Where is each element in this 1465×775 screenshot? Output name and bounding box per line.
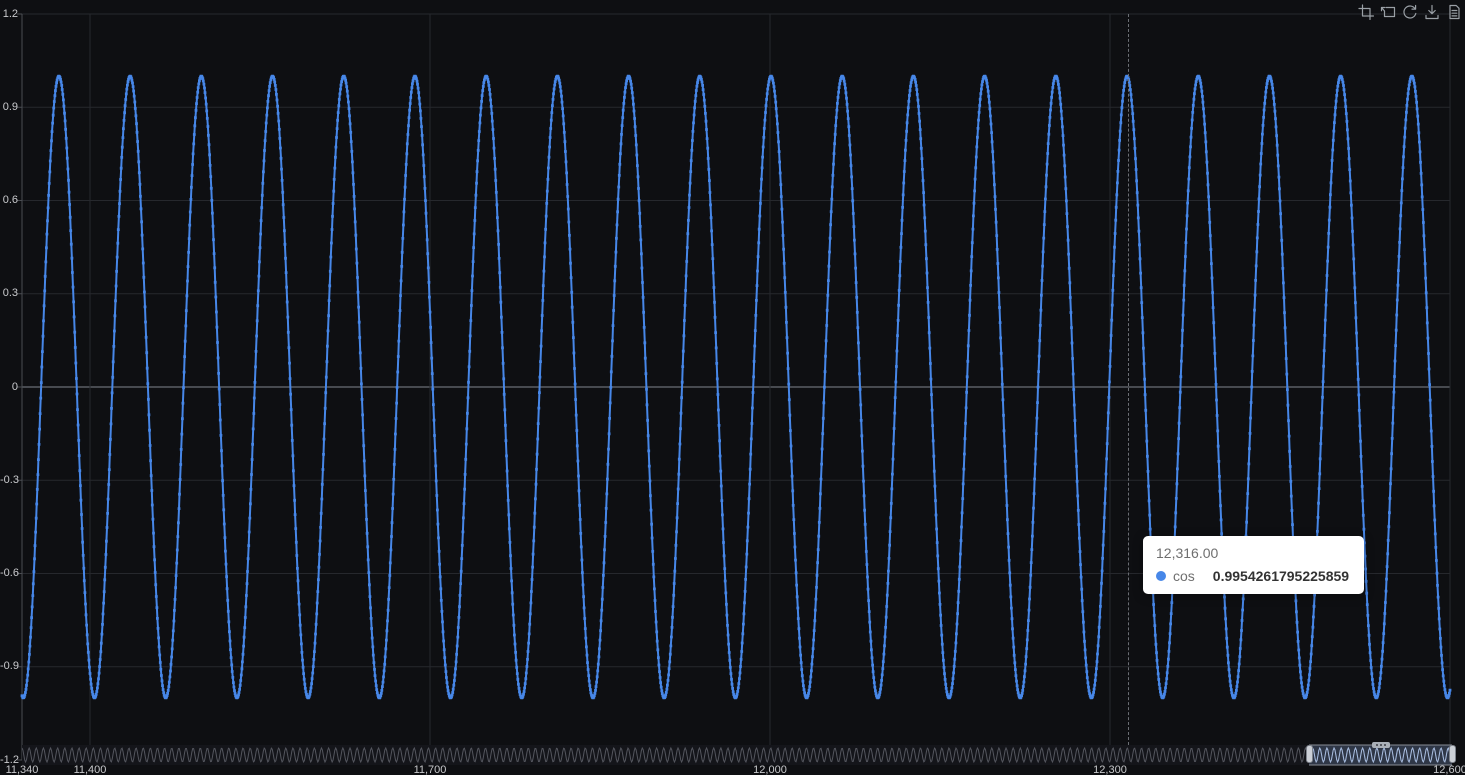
crosshair-line <box>1128 14 1130 745</box>
y-tick-label: 0.9 <box>2 100 18 113</box>
chart-canvas[interactable]: 1.2 0.9 0.6 0.3 0 -0.3 -0.6 -0.9 -1.2 11,340 11,40… <box>0 0 1465 775</box>
tooltip-series-value: 0.9954261795225859 <box>1212 568 1350 584</box>
tooltip-series-row: cos 0.9954261795225859 <box>1156 568 1349 584</box>
x-tick-label: 12,600 <box>1433 764 1465 775</box>
main-plot <box>17 13 1453 766</box>
x-tick-label: 11,400 <box>73 764 107 775</box>
y-tick-label: -0.9 <box>0 660 19 673</box>
x-tick-label: 12,000 <box>753 764 787 775</box>
datazoom-right-handle[interactable] <box>1448 745 1456 763</box>
x-tick-label: 12,300 <box>1093 764 1127 775</box>
x-tick-label: 11,340 <box>5 764 39 775</box>
datazoom-move-grip[interactable] <box>1371 742 1390 748</box>
series-marker-dot <box>1156 571 1166 581</box>
y-tick-label: 0.6 <box>2 194 18 206</box>
x-tick-label: 11,700 <box>413 764 447 775</box>
restore-icon[interactable] <box>1401 3 1418 20</box>
save-as-image-icon[interactable] <box>1423 3 1440 20</box>
y-tick-label: 0 <box>11 380 18 393</box>
y-tick-label: 0.3 <box>2 287 18 300</box>
datazoom-left-handle[interactable] <box>1305 745 1313 763</box>
y-tick-label: 1.2 <box>2 7 18 20</box>
tooltip: 12,316.00 cos 0.9954261795225859 <box>1143 536 1365 594</box>
tooltip-x-value: 12,316.00 <box>1156 545 1219 561</box>
tooltip-series-name: cos <box>1173 568 1195 584</box>
zoom-back-icon[interactable] <box>1379 3 1396 20</box>
toolbox <box>1357 3 1462 20</box>
data-view-icon[interactable] <box>1445 3 1462 20</box>
y-tick-label: -0.6 <box>0 567 19 579</box>
marquee-zoom-icon[interactable] <box>1357 3 1374 20</box>
y-tick-label: -0.3 <box>0 473 19 486</box>
